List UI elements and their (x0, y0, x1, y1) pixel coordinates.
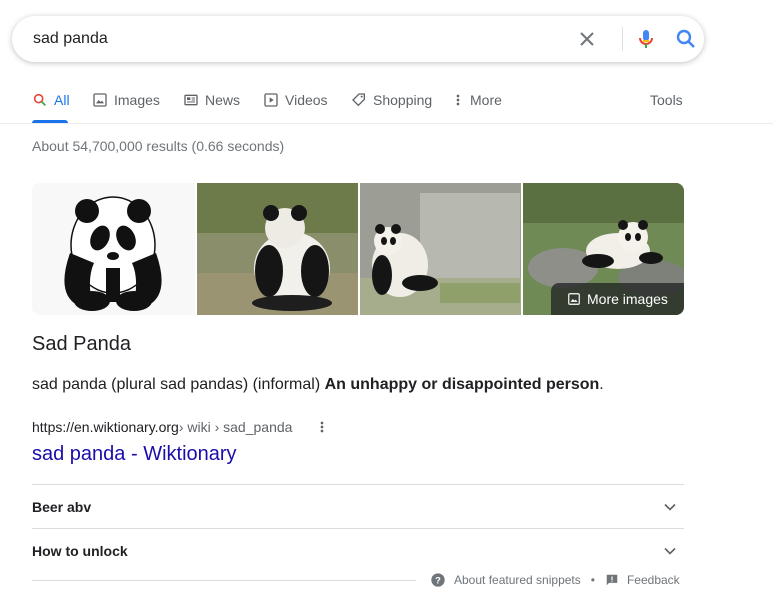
search-tabs: All Images News Videos Shopping More Too… (0, 84, 773, 124)
close-icon[interactable] (575, 27, 599, 51)
image-icon (568, 293, 580, 305)
related-question-row[interactable]: How to unlock (32, 528, 684, 572)
cite-path: › wiki › sad_panda (178, 419, 293, 435)
help-icon: ? (431, 573, 445, 587)
more-images-button[interactable]: More images (551, 283, 684, 315)
chevron-down-icon (664, 547, 676, 555)
active-tab-indicator (32, 120, 68, 123)
tab-more[interactable]: More (452, 92, 502, 108)
search-input[interactable]: sad panda (33, 30, 108, 48)
tab-label: All (54, 92, 70, 108)
search-icon (33, 93, 46, 106)
image-thumbnail-cartoon-panda[interactable] (32, 183, 195, 315)
more-images-label: More images (587, 291, 668, 307)
tools-button[interactable]: Tools (650, 92, 683, 108)
section-divider (32, 580, 416, 581)
result-stats: About 54,700,000 results (0.66 seconds) (32, 138, 285, 154)
footer-separator: • (590, 573, 595, 587)
result-menu-icon[interactable] (316, 419, 328, 435)
tab-label: Shopping (373, 92, 433, 108)
tab-label: Videos (285, 92, 328, 108)
result-citation: https://en.wiktionary.org › wiki › sad_p… (32, 419, 324, 435)
image-icon (93, 93, 107, 107)
search-divider (622, 27, 623, 51)
search-icon[interactable] (674, 27, 698, 51)
snippet-footer: ? About featured snippets • Feedback (430, 572, 680, 588)
definition-prefix: sad panda (plural sad pandas) (informal) (32, 376, 321, 393)
tab-label: News (205, 92, 241, 108)
tab-news[interactable]: News (183, 92, 240, 108)
related-question-label: How to unlock (32, 543, 128, 559)
tag-icon (352, 93, 365, 107)
definition-bold: An unhappy or disappointed person (324, 376, 600, 393)
svg-text:?: ? (435, 575, 441, 585)
snippet-definition: sad panda (plural sad pandas) (informal)… (32, 375, 604, 395)
news-icon (184, 94, 198, 106)
tab-videos[interactable]: Videos (263, 92, 328, 108)
related-question-label: Beer abv (32, 499, 92, 515)
cite-domain: https://en.wiktionary.org (32, 419, 179, 435)
play-icon (264, 93, 278, 107)
image-thumbnail-panda-back[interactable] (197, 183, 358, 315)
tab-label: Images (114, 92, 160, 108)
related-question-row[interactable]: Beer abv (32, 484, 684, 528)
definition-suffix: . (599, 376, 604, 393)
image-strip: More images (32, 183, 684, 315)
chevron-down-icon (664, 503, 676, 511)
snippet-title: Sad Panda (32, 333, 131, 355)
feedback-link[interactable]: Feedback (627, 573, 680, 587)
kebab-icon (456, 94, 460, 106)
tab-label: More (470, 92, 502, 108)
about-featured-snippets-link[interactable]: About featured snippets (454, 573, 581, 587)
tab-shopping[interactable]: Shopping (351, 92, 432, 108)
search-bar[interactable]: sad panda (12, 16, 704, 62)
tab-images[interactable]: Images (92, 92, 160, 108)
result-title-link[interactable]: sad panda - Wiktionary (32, 443, 237, 466)
tab-all[interactable]: All (32, 92, 70, 108)
microphone-icon[interactable] (634, 27, 658, 51)
tools-label: Tools (650, 92, 683, 108)
feedback-icon (606, 574, 618, 586)
image-thumbnail-panda-sitting[interactable] (360, 183, 521, 315)
